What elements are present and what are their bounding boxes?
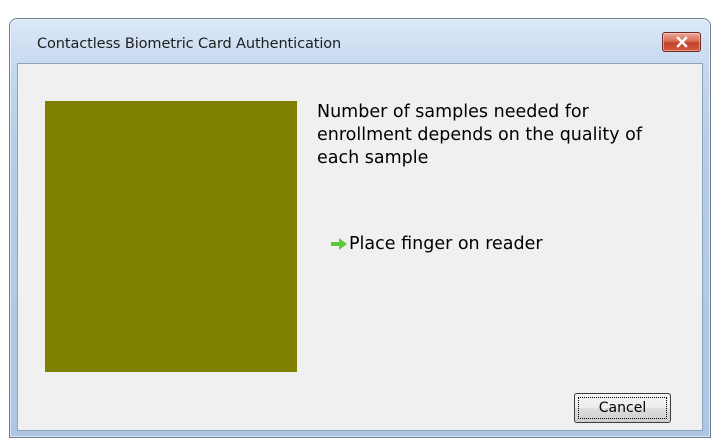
title-bar[interactable]: Contactless Biometric Card Authenticatio… bbox=[10, 19, 710, 63]
dialog-window: Contactless Biometric Card Authenticatio… bbox=[9, 18, 711, 438]
cancel-button[interactable]: Cancel bbox=[574, 393, 671, 423]
enrollment-message: Number of samples needed for enrollment … bbox=[317, 102, 642, 168]
close-button[interactable] bbox=[662, 32, 701, 52]
status-row: Place finger on reader bbox=[331, 232, 543, 256]
green-arrow-right-icon bbox=[331, 238, 347, 250]
cancel-button-label: Cancel bbox=[578, 397, 667, 419]
close-icon bbox=[675, 36, 688, 48]
status-text: Place finger on reader bbox=[349, 234, 543, 254]
fingerprint-image-panel bbox=[45, 101, 297, 372]
window-title: Contactless Biometric Card Authenticatio… bbox=[37, 36, 342, 52]
dialog-content: Number of samples needed for enrollment … bbox=[17, 63, 703, 431]
